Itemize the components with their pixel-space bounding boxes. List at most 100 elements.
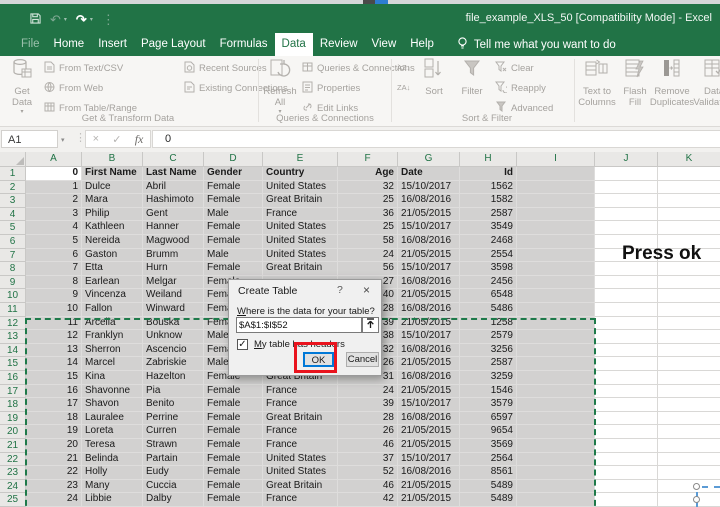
cell-I22[interactable] xyxy=(517,453,595,467)
cell-B3[interactable]: Mara xyxy=(82,194,143,208)
cell-G20[interactable]: 21/05/2015 xyxy=(398,425,460,439)
row-header-13[interactable]: 13 xyxy=(0,330,26,344)
cell-I20[interactable] xyxy=(517,425,595,439)
cell-J17[interactable] xyxy=(595,385,658,399)
text-to-columns-button[interactable]: Text to Columns xyxy=(578,58,616,109)
cell-J4[interactable] xyxy=(595,208,658,222)
cell-E2[interactable]: United States xyxy=(263,181,338,195)
cell-D23[interactable]: Female xyxy=(204,466,263,480)
cell-H9[interactable]: 2456 xyxy=(460,276,517,290)
name-box-dropdown-icon[interactable]: ▾ xyxy=(61,136,65,144)
cell-D19[interactable]: Female xyxy=(204,412,263,426)
cell-I3[interactable] xyxy=(517,194,595,208)
cell-C14[interactable]: Ascencio xyxy=(143,344,204,358)
cell-H8[interactable]: 3598 xyxy=(460,262,517,276)
cell-K16[interactable] xyxy=(658,371,720,385)
cell-F20[interactable]: 26 xyxy=(338,425,398,439)
cell-G5[interactable]: 15/10/2017 xyxy=(398,221,460,235)
row-header-2[interactable]: 2 xyxy=(0,181,26,195)
cell-G9[interactable]: 16/08/2016 xyxy=(398,276,460,290)
refresh-all-button[interactable]: Refresh All ▾ xyxy=(262,58,298,116)
cell-C2[interactable]: Abril xyxy=(143,181,204,195)
row-header-12[interactable]: 12 xyxy=(0,317,26,331)
cell-J5[interactable] xyxy=(595,221,658,235)
remove-duplicates-button[interactable]: Remove Duplicates xyxy=(652,58,692,109)
cell-C3[interactable]: Hashimoto xyxy=(143,194,204,208)
customize-quick-access-icon[interactable]: ⋮ xyxy=(102,13,115,26)
cell-F23[interactable]: 52 xyxy=(338,466,398,480)
cell-H16[interactable]: 3259 xyxy=(460,371,517,385)
cell-A12[interactable]: 11 xyxy=(26,317,82,331)
cell-K5[interactable] xyxy=(658,221,720,235)
cell-H2[interactable]: 1562 xyxy=(460,181,517,195)
data-validation-button[interactable]: Data Validation xyxy=(694,58,720,109)
cell-K1[interactable] xyxy=(658,167,720,181)
filter-button[interactable]: Filter xyxy=(455,58,489,98)
cell-I5[interactable] xyxy=(517,221,595,235)
cell-J23[interactable] xyxy=(595,466,658,480)
cell-A2[interactable]: 1 xyxy=(26,181,82,195)
cell-C24[interactable]: Cuccia xyxy=(143,480,204,494)
cell-K22[interactable] xyxy=(658,453,720,467)
cell-A18[interactable]: 17 xyxy=(26,398,82,412)
cell-C16[interactable]: Hazelton xyxy=(143,371,204,385)
cell-C1[interactable]: Last Name xyxy=(143,167,204,181)
cell-H5[interactable]: 3549 xyxy=(460,221,517,235)
cell-A8[interactable]: 7 xyxy=(26,262,82,276)
cell-C9[interactable]: Melgar xyxy=(143,276,204,290)
cell-A23[interactable]: 22 xyxy=(26,466,82,480)
cell-C19[interactable]: Perrine xyxy=(143,412,204,426)
cell-H21[interactable]: 3569 xyxy=(460,439,517,453)
cell-E6[interactable]: United States xyxy=(263,235,338,249)
cell-K10[interactable] xyxy=(658,289,720,303)
cell-I24[interactable] xyxy=(517,480,595,494)
cell-A10[interactable]: 9 xyxy=(26,289,82,303)
cell-J2[interactable] xyxy=(595,181,658,195)
col-header-F[interactable]: F xyxy=(338,152,398,167)
cell-B6[interactable]: Nereida xyxy=(82,235,143,249)
tab-review[interactable]: Review xyxy=(313,33,365,56)
cell-G15[interactable]: 21/05/2015 xyxy=(398,357,460,371)
cell-B11[interactable]: Fallon xyxy=(82,303,143,317)
cell-H11[interactable]: 5486 xyxy=(460,303,517,317)
cell-G4[interactable]: 21/05/2015 xyxy=(398,208,460,222)
save-icon[interactable] xyxy=(30,13,41,26)
cell-A6[interactable]: 5 xyxy=(26,235,82,249)
cell-H15[interactable]: 2587 xyxy=(460,357,517,371)
tab-formulas[interactable]: Formulas xyxy=(213,33,275,56)
cell-I2[interactable] xyxy=(517,181,595,195)
cell-A14[interactable]: 13 xyxy=(26,344,82,358)
cell-H7[interactable]: 2554 xyxy=(460,249,517,263)
cell-J24[interactable] xyxy=(595,480,658,494)
enter-entry-icon[interactable]: ✓ xyxy=(112,133,121,146)
cell-G6[interactable]: 16/08/2016 xyxy=(398,235,460,249)
row-header-18[interactable]: 18 xyxy=(0,398,26,412)
cell-K18[interactable] xyxy=(658,398,720,412)
cell-B8[interactable]: Etta xyxy=(82,262,143,276)
cell-H6[interactable]: 2468 xyxy=(460,235,517,249)
cell-D1[interactable]: Gender xyxy=(204,167,263,181)
cell-J21[interactable] xyxy=(595,439,658,453)
cell-K13[interactable] xyxy=(658,330,720,344)
cell-J3[interactable] xyxy=(595,194,658,208)
cell-I23[interactable] xyxy=(517,466,595,480)
cell-C13[interactable]: Unknow xyxy=(143,330,204,344)
cell-D18[interactable]: Female xyxy=(204,398,263,412)
clear-filter-button[interactable]: Clear xyxy=(495,61,553,76)
cell-I25[interactable] xyxy=(517,493,595,507)
cell-A22[interactable]: 21 xyxy=(26,453,82,467)
cell-A4[interactable]: 3 xyxy=(26,208,82,222)
cell-I11[interactable] xyxy=(517,303,595,317)
row-header-19[interactable]: 19 xyxy=(0,412,26,426)
cell-H23[interactable]: 8561 xyxy=(460,466,517,480)
cell-I8[interactable] xyxy=(517,262,595,276)
row-header-8[interactable]: 8 xyxy=(0,262,26,276)
cell-E17[interactable]: France xyxy=(263,385,338,399)
cell-I6[interactable] xyxy=(517,235,595,249)
from-text-csv-button[interactable]: From Text/CSV xyxy=(44,61,137,76)
cell-H17[interactable]: 1546 xyxy=(460,385,517,399)
cell-A7[interactable]: 6 xyxy=(26,249,82,263)
row-header-21[interactable]: 21 xyxy=(0,439,26,453)
cell-A11[interactable]: 10 xyxy=(26,303,82,317)
row-header-10[interactable]: 10 xyxy=(0,289,26,303)
